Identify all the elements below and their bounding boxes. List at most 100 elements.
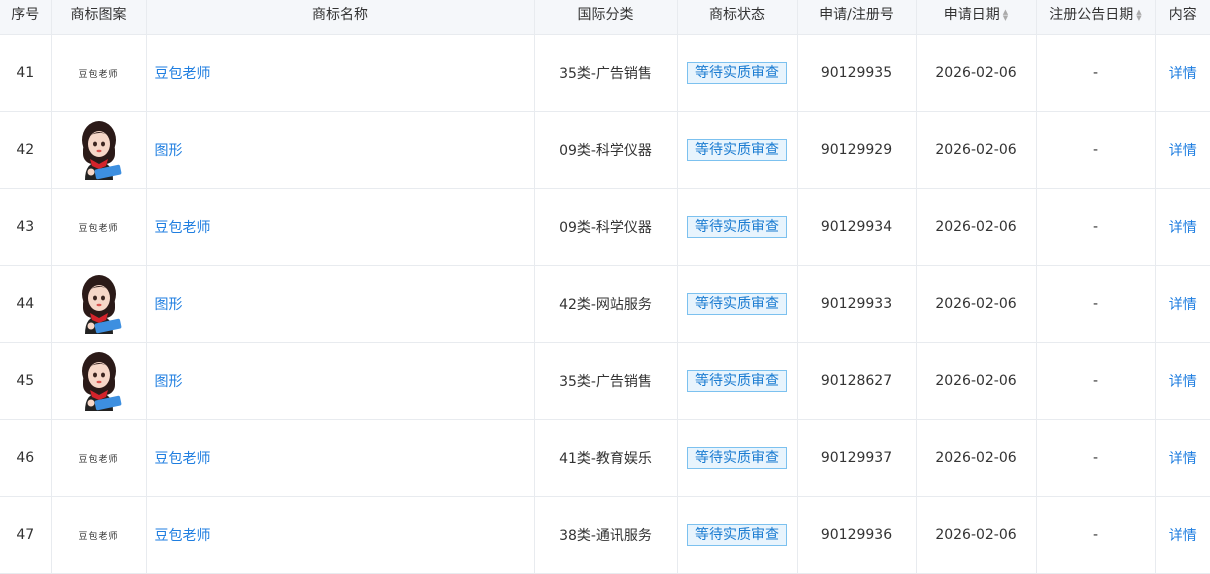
appno-cell: 90129929 (797, 111, 917, 189)
date-value: 2026-02-06 (935, 65, 1017, 81)
trademark-name-link[interactable]: 豆包老师 (155, 528, 211, 544)
header-appno: 申请/注册号 (797, 0, 917, 35)
pubdate-value: - (1092, 296, 1099, 312)
class-value: 42类-网站服务 (559, 297, 652, 313)
detail-link[interactable]: 详情 (1169, 528, 1197, 544)
header-class: 国际分类 (534, 0, 678, 35)
appno-value: 90129933 (820, 296, 893, 312)
status-cell: 等待实质审查 (677, 265, 798, 343)
pubdate-cell: - (1036, 265, 1156, 343)
appno-value: 90128627 (820, 373, 893, 389)
seq-value: 46 (16, 450, 35, 466)
class-cell: 35类-广告销售 (534, 34, 678, 112)
appno-cell: 90128627 (797, 342, 917, 420)
header-pubdate-label: 注册公告日期 (1049, 7, 1134, 23)
date-value: 2026-02-06 (935, 296, 1017, 312)
table-row: 45 图形 35类-广告销售 等待实质审查 90128627 2026-02-0… (0, 342, 1210, 420)
name-cell: 图形 (146, 342, 535, 420)
class-cell: 42类-网站服务 (534, 265, 678, 343)
sort-icon[interactable]: ▲ ▼ (1003, 9, 1008, 22)
class-cell: 38类-通讯服务 (534, 496, 678, 574)
pubdate-cell: - (1036, 111, 1156, 189)
header-image: 商标图案 (51, 0, 147, 35)
header-date-label: 申请日期 (943, 7, 1000, 23)
trademark-name-link[interactable]: 图形 (155, 143, 183, 159)
detail-cell: 详情 (1155, 111, 1210, 189)
status-cell: 等待实质审查 (677, 111, 798, 189)
date-cell: 2026-02-06 (916, 188, 1037, 266)
seq-cell: 42 (0, 111, 52, 189)
text-logo-image: 豆包老师 (78, 455, 119, 465)
trademark-name-link[interactable]: 图形 (155, 297, 183, 313)
detail-link[interactable]: 详情 (1169, 374, 1197, 390)
table-header-row: 序号 商标图案 商标名称 国际分类 商标状态 申请/注册号 申请日期 ▲ ▼ 注册公… (0, 0, 1210, 35)
logo-cell: 豆包老师 (51, 34, 147, 112)
seq-cell: 43 (0, 188, 52, 266)
logo-cell (51, 265, 147, 343)
text-logo-image: 豆包老师 (78, 532, 119, 542)
trademark-name-link[interactable]: 豆包老师 (155, 451, 211, 467)
logo-cell: 豆包老师 (51, 188, 147, 266)
logo-cell (51, 111, 147, 189)
date-cell: 2026-02-06 (916, 111, 1037, 189)
detail-link[interactable]: 详情 (1169, 451, 1197, 467)
appno-value: 90129935 (820, 65, 893, 81)
status-badge: 等待实质审查 (687, 62, 787, 84)
header-date[interactable]: 申请日期 ▲ ▼ (916, 0, 1037, 35)
header-name: 商标名称 (146, 0, 535, 35)
class-value: 38类-通讯服务 (559, 528, 652, 544)
detail-cell: 详情 (1155, 419, 1210, 497)
text-logo-image: 豆包老师 (78, 224, 119, 234)
avatar-logo-image (81, 275, 121, 334)
header-pubdate[interactable]: 注册公告日期 ▲ ▼ (1036, 0, 1156, 35)
date-value: 2026-02-06 (935, 527, 1017, 543)
header-status: 商标状态 (677, 0, 798, 35)
detail-link[interactable]: 详情 (1169, 297, 1197, 313)
pubdate-value: - (1092, 527, 1099, 543)
status-cell: 等待实质审查 (677, 496, 798, 574)
status-cell: 等待实质审查 (677, 419, 798, 497)
status-badge: 等待实质审查 (687, 139, 787, 161)
detail-cell: 详情 (1155, 34, 1210, 112)
detail-cell: 详情 (1155, 496, 1210, 574)
sort-icon[interactable]: ▲ ▼ (1136, 9, 1141, 22)
pubdate-cell: - (1036, 342, 1156, 420)
table-row: 41 豆包老师 豆包老师 35类-广告销售 等待实质审查 90129935 20… (0, 34, 1210, 112)
seq-cell: 45 (0, 342, 52, 420)
seq-value: 42 (16, 142, 35, 158)
seq-value: 45 (16, 373, 35, 389)
appno-value: 90129937 (820, 450, 893, 466)
class-value: 35类-广告销售 (559, 374, 652, 390)
pubdate-value: - (1092, 219, 1099, 235)
status-badge: 等待实质审查 (687, 524, 787, 546)
pubdate-value: - (1092, 450, 1099, 466)
class-value: 35类-广告销售 (559, 66, 652, 82)
date-cell: 2026-02-06 (916, 342, 1037, 420)
date-cell: 2026-02-06 (916, 265, 1037, 343)
appno-value: 90129934 (820, 219, 893, 235)
trademark-name-link[interactable]: 豆包老师 (155, 220, 211, 236)
detail-cell: 详情 (1155, 342, 1210, 420)
class-value: 09类-科学仪器 (559, 220, 652, 236)
name-cell: 图形 (146, 265, 535, 343)
class-cell: 35类-广告销售 (534, 342, 678, 420)
trademark-name-link[interactable]: 豆包老师 (155, 66, 211, 82)
seq-cell: 47 (0, 496, 52, 574)
detail-link[interactable]: 详情 (1169, 220, 1197, 236)
appno-value: 90129929 (820, 142, 893, 158)
table-row: 46 豆包老师 豆包老师 41类-教育娱乐 等待实质审查 90129937 20… (0, 419, 1210, 497)
trademark-name-link[interactable]: 图形 (155, 374, 183, 390)
class-value: 09类-科学仪器 (559, 143, 652, 159)
class-cell: 09类-科学仪器 (534, 188, 678, 266)
detail-cell: 详情 (1155, 188, 1210, 266)
status-cell: 等待实质审查 (677, 34, 798, 112)
detail-link[interactable]: 详情 (1169, 66, 1197, 82)
pubdate-cell: - (1036, 188, 1156, 266)
table-row: 47 豆包老师 豆包老师 38类-通讯服务 等待实质审查 90129936 20… (0, 496, 1210, 574)
date-cell: 2026-02-06 (916, 419, 1037, 497)
name-cell: 豆包老师 (146, 496, 535, 574)
name-cell: 豆包老师 (146, 188, 535, 266)
table-row: 42 图形 09类-科学仪器 等待实质审查 90129929 2026-02-0… (0, 111, 1210, 189)
appno-cell: 90129933 (797, 265, 917, 343)
detail-link[interactable]: 详情 (1169, 143, 1197, 159)
